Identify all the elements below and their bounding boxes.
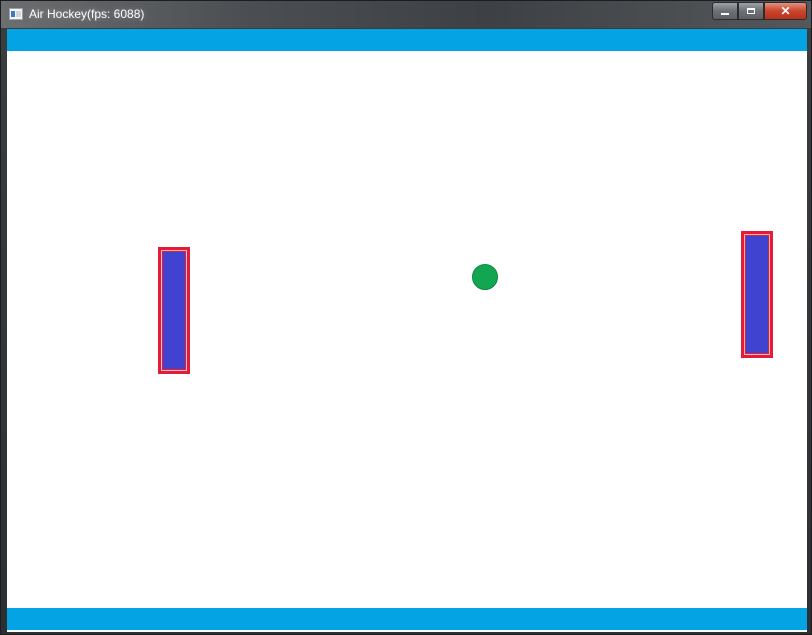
- right-paddle-face: [746, 236, 768, 353]
- maximize-icon: [747, 8, 755, 14]
- puck: [472, 264, 498, 290]
- left-paddle[interactable]: [158, 247, 190, 374]
- close-button[interactable]: ✕: [764, 2, 807, 20]
- game-canvas[interactable]: [7, 29, 807, 632]
- app-window-icon[interactable]: [9, 8, 23, 20]
- right-paddle[interactable]: [741, 231, 773, 358]
- minimize-icon: [721, 12, 729, 15]
- maximize-button[interactable]: [738, 2, 764, 20]
- bottom-wall: [7, 608, 807, 630]
- close-icon: ✕: [780, 4, 791, 18]
- top-wall: [7, 29, 807, 51]
- app-window: Air Hockey(fps: 6088) ✕: [0, 0, 812, 635]
- window-controls: ✕: [712, 2, 807, 21]
- left-paddle-face: [163, 252, 185, 369]
- window-title: Air Hockey(fps: 6088): [29, 7, 145, 21]
- minimize-button[interactable]: [712, 2, 738, 20]
- title-bar[interactable]: Air Hockey(fps: 6088) ✕: [1, 1, 811, 28]
